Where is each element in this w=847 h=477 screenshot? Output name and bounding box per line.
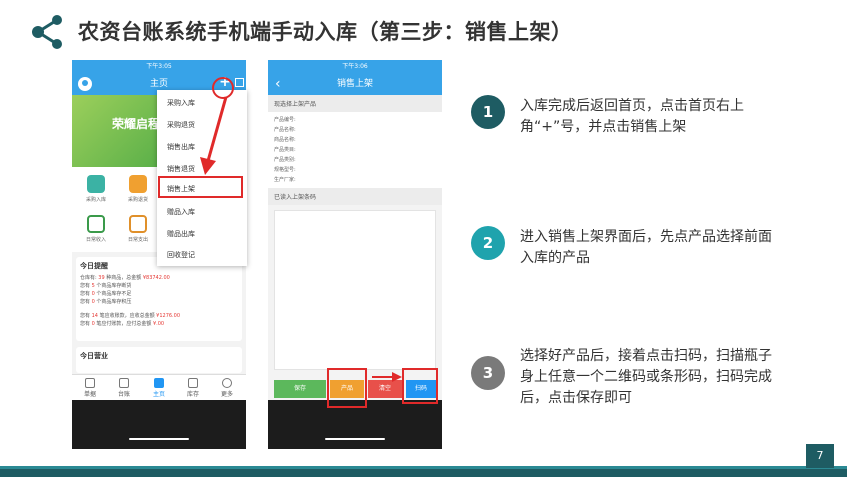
page-number: 7 [806,444,834,468]
step-3-text: 选择好产品后，接着点击扫码，扫描瓶子身上任意一个二维码或条形码，扫码完成后，点击… [520,348,772,406]
reminder-line: 您有 5 个商品库存断货 [80,283,132,289]
tab-home[interactable]: 主页 [144,378,174,398]
menu-item-sales-out[interactable]: 销售出库 [167,142,195,152]
more-icon [222,378,232,388]
tab-more[interactable]: 更多 [212,378,242,398]
step-1-badge: 1 [471,95,505,129]
reminder-line: 您有 0 个商品库存积压 [80,299,132,305]
footer-bar [0,466,847,477]
step-3-badge: 3 [471,356,505,390]
clear-button[interactable]: 清空 [368,380,402,398]
grid-item-daily-income[interactable]: 日常收入 [76,215,116,243]
slide-title: 农资台账系统手机端手动入库（第三步：销售上架） [78,20,573,44]
menu-item-gift-out[interactable]: 赠品出库 [167,229,195,239]
red-right-arrow-icon [372,372,402,382]
save-button[interactable]: 保存 [274,380,326,398]
daily-expense-icon [129,215,147,233]
scan-button-highlight-box [402,368,438,404]
menu-item-sales-return[interactable]: 销售退货 [167,164,195,174]
back-icon[interactable]: ‹ [275,73,281,95]
tab-documents[interactable]: 单据 [75,378,105,398]
system-nav-bar [72,400,246,449]
product-field: 产品类别: [274,157,296,163]
product-fields: 产品编号: 产品名称: 商品名称: 产品类目: 产品类别: 规格型号: 生产厂家… [268,112,442,188]
scanned-barcode-list [274,210,436,370]
menu-item-purchase-in[interactable]: 采购入库 [167,98,195,108]
menu-item-recycle[interactable]: 回收登记 [167,250,195,260]
home-icon [154,378,164,388]
document-icon [85,378,95,388]
grid-item-purchase-in[interactable]: 采购入库 [76,175,116,203]
ledger-icon [119,378,129,388]
menu-item-purchase-return[interactable]: 采购退货 [167,120,195,130]
reminder-line: 您有 0 笔应付账款，应付总金额 ¥.00 [80,321,165,327]
app-bar: ‹ 销售上架 [268,73,442,95]
inventory-icon [188,378,198,388]
banner-text: 荣耀启程 [112,117,161,131]
grid-item-daily-expense[interactable]: 日常支出 [118,215,158,243]
step-2-badge: 2 [471,226,505,260]
product-field: 生产厂家: [274,177,296,183]
menu-item-gift-in[interactable]: 赠品入库 [167,207,195,217]
purchase-return-icon [129,175,147,193]
red-arrow-icon [200,96,228,175]
product-button-highlight-box [327,368,367,408]
business-title: 今日营业 [80,352,108,360]
avatar-icon[interactable] [78,77,92,91]
business-card: 今日营业 [76,347,242,373]
product-field: 产品编号: [274,117,296,123]
home-indicator[interactable] [325,438,385,440]
step-1-text: 入库完成后返回首页，点击首页右上角“+”号，并点击销售上架 [520,98,744,135]
reminder-card: 今日提醒 仓库有: 39 种商品，总金额 ¥83742.00 您有 5 个商品库… [76,257,242,341]
purchase-in-icon [87,175,105,193]
app-title: 主页 [149,79,168,89]
grid-item-purchase-return[interactable]: 采购退货 [118,175,158,203]
daily-income-icon [87,215,105,233]
tab-ledger[interactable]: 台账 [109,378,139,398]
app-title: 销售上架 [336,79,373,89]
reminder-line: 仓库有: 39 种商品，总金额 ¥83742.00 [80,275,170,281]
scan-icon[interactable] [235,78,244,87]
status-bar: 下午3:05 [72,60,246,73]
bottom-tab-bar: 单据 台账 主页 库存 更多 [72,374,246,400]
product-field: 商品名称: [274,137,296,143]
status-bar: 下午3:06 [268,60,442,73]
sales-shelf-highlight-box [158,176,243,198]
product-field: 产品类目: [274,147,296,153]
reminder-line: 您有 0 个商品库存不足 [80,291,132,297]
tab-inventory[interactable]: 库存 [178,378,208,398]
reminder-line: 您有 14 笔应收账款，应收总金额 ¥1276.00 [80,313,181,319]
selected-product-header: 现选择上架产品 [268,95,442,112]
home-indicator[interactable] [129,438,189,440]
network-logo-icon [32,15,62,49]
step-2-text: 进入销售上架界面后，先点产品选择前面入库的产品 [520,229,772,266]
product-field: 产品名称: [274,127,296,133]
scanned-barcode-header: 已读入上架条码 [268,188,442,205]
product-field: 规格型号: [274,167,296,173]
